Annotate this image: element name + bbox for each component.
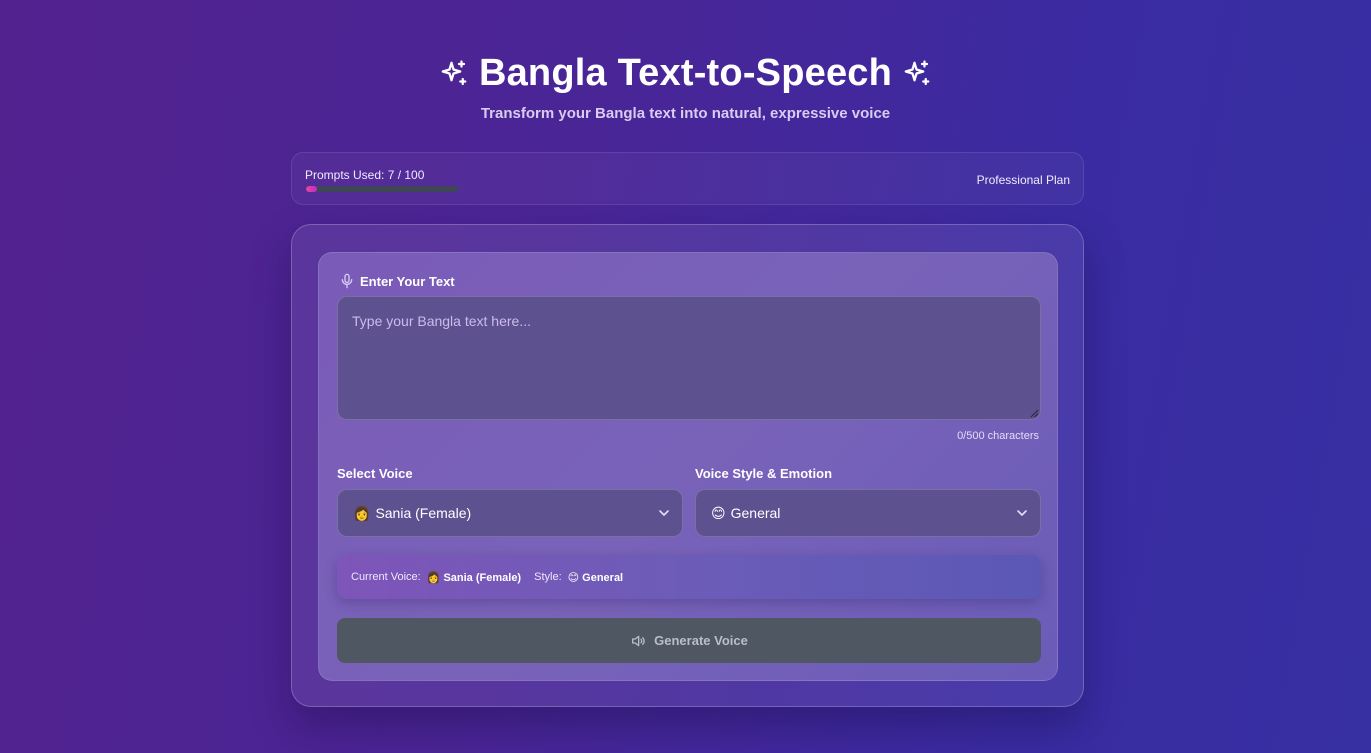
mic-icon	[341, 273, 353, 289]
style-select-value: General	[730, 505, 781, 521]
resize-handle-icon[interactable]	[1030, 409, 1039, 418]
usage-panel: Prompts Used: 7 / 100 Professional Plan	[291, 152, 1084, 205]
smile-icon: 😊	[711, 504, 726, 521]
female-voice-icon: 👩	[353, 504, 371, 521]
chevron-down-icon	[1017, 510, 1027, 516]
current-selection-summary: Current Voice: 👩 Sania (Female) Style: 😊…	[337, 555, 1041, 599]
current-style-value: 😊 General	[567, 571, 624, 584]
speaker-icon	[632, 635, 645, 646]
page-header: Bangla Text-to-Speech Transform your Ban…	[0, 52, 1371, 122]
voice-select[interactable]: 👩 Sania (Female)	[337, 489, 683, 537]
bangla-text-input[interactable]	[337, 296, 1041, 420]
page-subtitle: Transform your Bangla text into natural,…	[480, 105, 891, 122]
character-count: 0/500 characters	[957, 430, 1039, 442]
title-row: Bangla Text-to-Speech	[0, 52, 1371, 95]
select-voice-label: Select Voice	[337, 466, 413, 481]
current-style-label: Style:	[534, 571, 562, 583]
generate-voice-label: Generate Voice	[654, 633, 748, 648]
chevron-down-icon	[659, 510, 669, 516]
plan-label: Professional Plan	[976, 173, 1070, 187]
generate-voice-button[interactable]: Generate Voice	[337, 618, 1041, 663]
usage-progress-track	[306, 186, 458, 192]
sparkle-icon	[441, 59, 467, 85]
prompts-used-label: Prompts Used: 7 / 100	[305, 168, 425, 182]
tts-form: Enter Your Text 0/500 characters Select …	[318, 252, 1058, 681]
tts-card: Enter Your Text 0/500 characters Select …	[291, 224, 1084, 707]
style-select[interactable]: 😊 General	[695, 489, 1041, 537]
sparkle-icon	[904, 59, 930, 85]
current-voice-label: Current Voice:	[351, 571, 421, 583]
current-voice-value: 👩 Sania (Female)	[426, 571, 522, 584]
voice-select-value: Sania (Female)	[375, 505, 472, 521]
usage-progress-fill	[306, 186, 317, 192]
page-title: Bangla Text-to-Speech	[478, 52, 893, 94]
voice-style-label: Voice Style & Emotion	[695, 466, 833, 481]
text-input-label: Enter Your Text	[360, 274, 455, 289]
